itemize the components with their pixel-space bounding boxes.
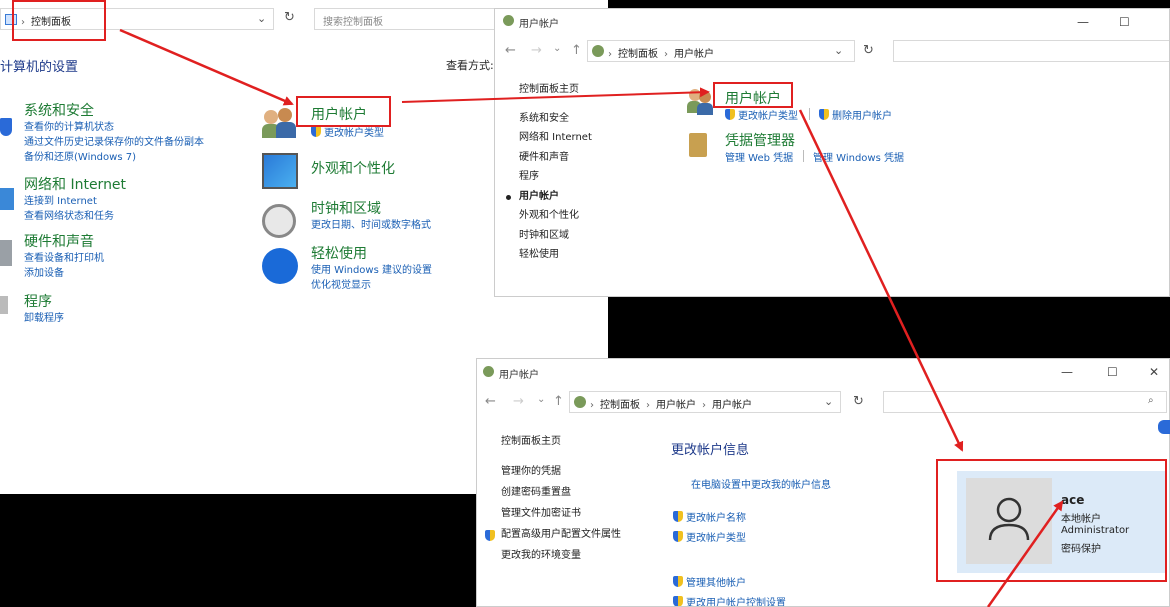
- arrow-to-account-card: [798, 109, 964, 452]
- arrow-to-user-accounts-window: [401, 87, 710, 103]
- arrow-to-user-accounts: [119, 28, 294, 106]
- annotation-arrows: [119, 28, 1064, 607]
- arrow-to-account-name: [986, 500, 1064, 607]
